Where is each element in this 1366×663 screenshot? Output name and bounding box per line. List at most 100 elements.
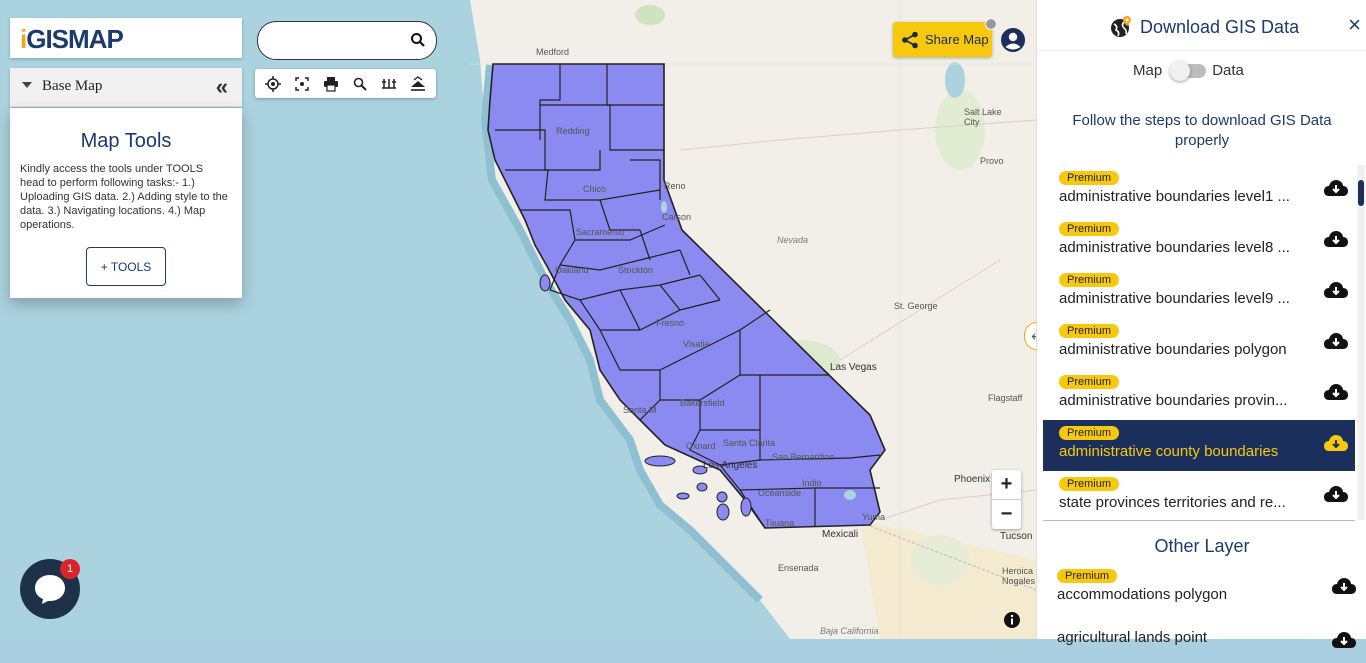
map-tools-description: Kindly access the tools under TOOLS head… xyxy=(20,163,228,231)
toggle-knob xyxy=(1170,60,1191,81)
map-toolbar xyxy=(255,69,436,98)
map-label: Flagstaff xyxy=(988,393,1023,403)
layer-name: administrative county boundaries xyxy=(1059,443,1279,460)
map-label: Chico xyxy=(583,184,607,194)
premium-badge: Premium xyxy=(1059,477,1120,491)
close-icon[interactable]: × xyxy=(1348,12,1361,38)
toggle-label-data: Data xyxy=(1212,62,1244,79)
premium-badge: Premium xyxy=(1059,426,1120,440)
map-label: Heroica Nogales xyxy=(1002,566,1036,586)
map-label: Medford xyxy=(536,47,570,57)
zoom-out-button[interactable]: − xyxy=(992,500,1021,529)
cloud-download-icon[interactable] xyxy=(1323,177,1349,199)
zoom-control: + − xyxy=(992,470,1021,529)
map-label: Oceanside xyxy=(758,488,802,498)
map-label: Sacramento xyxy=(576,227,625,237)
caret-down-icon[interactable] xyxy=(22,82,32,88)
list-item-selected[interactable]: Premium administrative county boundaries xyxy=(1043,420,1355,471)
search-icon[interactable] xyxy=(410,32,426,48)
map-label: Mexicali xyxy=(822,529,859,540)
list-item[interactable]: Premium state provinces territories and … xyxy=(1043,471,1355,522)
panel-title: Download GIS Data xyxy=(1140,17,1300,37)
collapse-panel-icon[interactable]: « xyxy=(216,74,228,100)
list-item[interactable]: Premium administrative boundaries polygo… xyxy=(1043,318,1355,369)
instructions-text: Follow the steps to download GIS Data pr… xyxy=(1072,112,1332,149)
status-dot xyxy=(985,18,997,30)
cloud-download-icon[interactable] xyxy=(1331,629,1357,651)
list-item[interactable]: Premium administrative boundaries level9… xyxy=(1043,267,1355,318)
scrollbar-thumb[interactable] xyxy=(1358,180,1364,206)
map-label: Yuma xyxy=(862,512,886,522)
map-label: Oakland xyxy=(555,265,589,275)
map-label: Baja California xyxy=(820,626,879,636)
igismap-logo: iGISMAP xyxy=(20,24,124,54)
list-item[interactable]: Premium administrative boundaries level8… xyxy=(1043,216,1355,267)
map-label: Santa M xyxy=(623,405,657,415)
premium-badge: Premium xyxy=(1059,324,1120,338)
toggle-switch[interactable] xyxy=(1170,60,1207,81)
other-layer-list: Premium accommodations polygon agricultu… xyxy=(1043,563,1363,663)
cloud-download-icon[interactable] xyxy=(1331,575,1357,597)
layer-name: administrative boundaries level8 ... xyxy=(1059,239,1290,256)
map-label: Santa Clarita xyxy=(723,438,776,448)
map-label: San Bernardino xyxy=(772,452,835,462)
toggle-label-map: Map xyxy=(1133,62,1163,79)
fullscreen-icon[interactable] xyxy=(291,73,313,95)
map-data-toggle[interactable]: Map Data xyxy=(1133,60,1244,81)
map-tools-title: Map Tools xyxy=(80,130,172,152)
layer-name: administrative boundaries polygon xyxy=(1059,341,1287,358)
map-label: Las Vegas xyxy=(830,362,877,373)
map-label: Stockton xyxy=(618,265,654,275)
share-map-label: Share Map xyxy=(925,32,989,47)
list-item[interactable]: Premium administrative boundaries provin… xyxy=(1043,369,1355,420)
map-label: Provo xyxy=(980,156,1004,166)
map-label: Carson xyxy=(662,212,692,222)
premium-badge: Premium xyxy=(1059,222,1120,236)
layer-list: Premium administrative boundaries level1… xyxy=(1043,165,1355,521)
measure-icon[interactable] xyxy=(378,73,400,95)
cloud-download-icon[interactable] xyxy=(1323,432,1349,454)
logo-box[interactable]: iGISMAP xyxy=(10,18,242,58)
zoom-search-icon[interactable] xyxy=(349,73,371,95)
map-canvas[interactable]: Medford Redding Chico Reno Carson Sacram… xyxy=(0,0,1036,639)
download-gis-panel: Download GIS Data × Map Data Follow the … xyxy=(1036,0,1366,648)
list-item[interactable]: agricultural lands point xyxy=(1043,613,1363,663)
tools-button[interactable]: + TOOLS xyxy=(86,247,166,286)
layers-icon[interactable] xyxy=(407,73,429,95)
base-map-label: Base Map xyxy=(42,78,103,94)
premium-badge: Premium xyxy=(1057,569,1118,583)
share-map-button[interactable]: Share Map xyxy=(893,22,992,57)
info-icon[interactable] xyxy=(1003,611,1021,629)
cloud-download-icon[interactable] xyxy=(1323,228,1349,250)
share-icon xyxy=(902,31,918,48)
map-label: Fresno xyxy=(656,318,685,328)
map-label: Ensenada xyxy=(778,563,819,573)
premium-badge: Premium xyxy=(1059,375,1120,389)
map-label: Indio xyxy=(802,478,822,488)
list-item[interactable]: Premium administrative boundaries level1… xyxy=(1043,165,1355,216)
globe-pin-icon xyxy=(1111,16,1131,37)
cloud-download-icon[interactable] xyxy=(1323,381,1349,403)
premium-badge: Premium xyxy=(1059,273,1120,287)
panel-header: Download GIS Data × xyxy=(1037,0,1366,51)
cloud-download-icon[interactable] xyxy=(1323,330,1349,352)
base-map-bar[interactable]: Base Map « xyxy=(10,68,242,107)
search-input[interactable] xyxy=(272,31,406,48)
map-label: Nevada xyxy=(777,235,809,245)
map-label: Tucson xyxy=(1000,531,1033,542)
chat-bubble-icon xyxy=(35,575,65,604)
print-icon[interactable] xyxy=(320,73,342,95)
user-account-icon[interactable] xyxy=(1000,27,1026,53)
locate-icon[interactable] xyxy=(262,73,284,95)
map-label: Phoenix xyxy=(954,474,991,485)
layer-name: agricultural lands point xyxy=(1057,629,1208,646)
cloud-download-icon[interactable] xyxy=(1323,483,1349,505)
premium-badge: Premium xyxy=(1059,171,1120,185)
list-scrollbar[interactable] xyxy=(1357,165,1365,520)
list-item[interactable]: Premium accommodations polygon xyxy=(1043,563,1363,613)
layer-name: state provinces territories and re... xyxy=(1059,494,1286,511)
cloud-download-icon[interactable] xyxy=(1323,279,1349,301)
search-box[interactable] xyxy=(257,21,437,60)
zoom-in-button[interactable]: + xyxy=(992,470,1021,500)
map-label: Salt Lake City xyxy=(964,107,1002,127)
